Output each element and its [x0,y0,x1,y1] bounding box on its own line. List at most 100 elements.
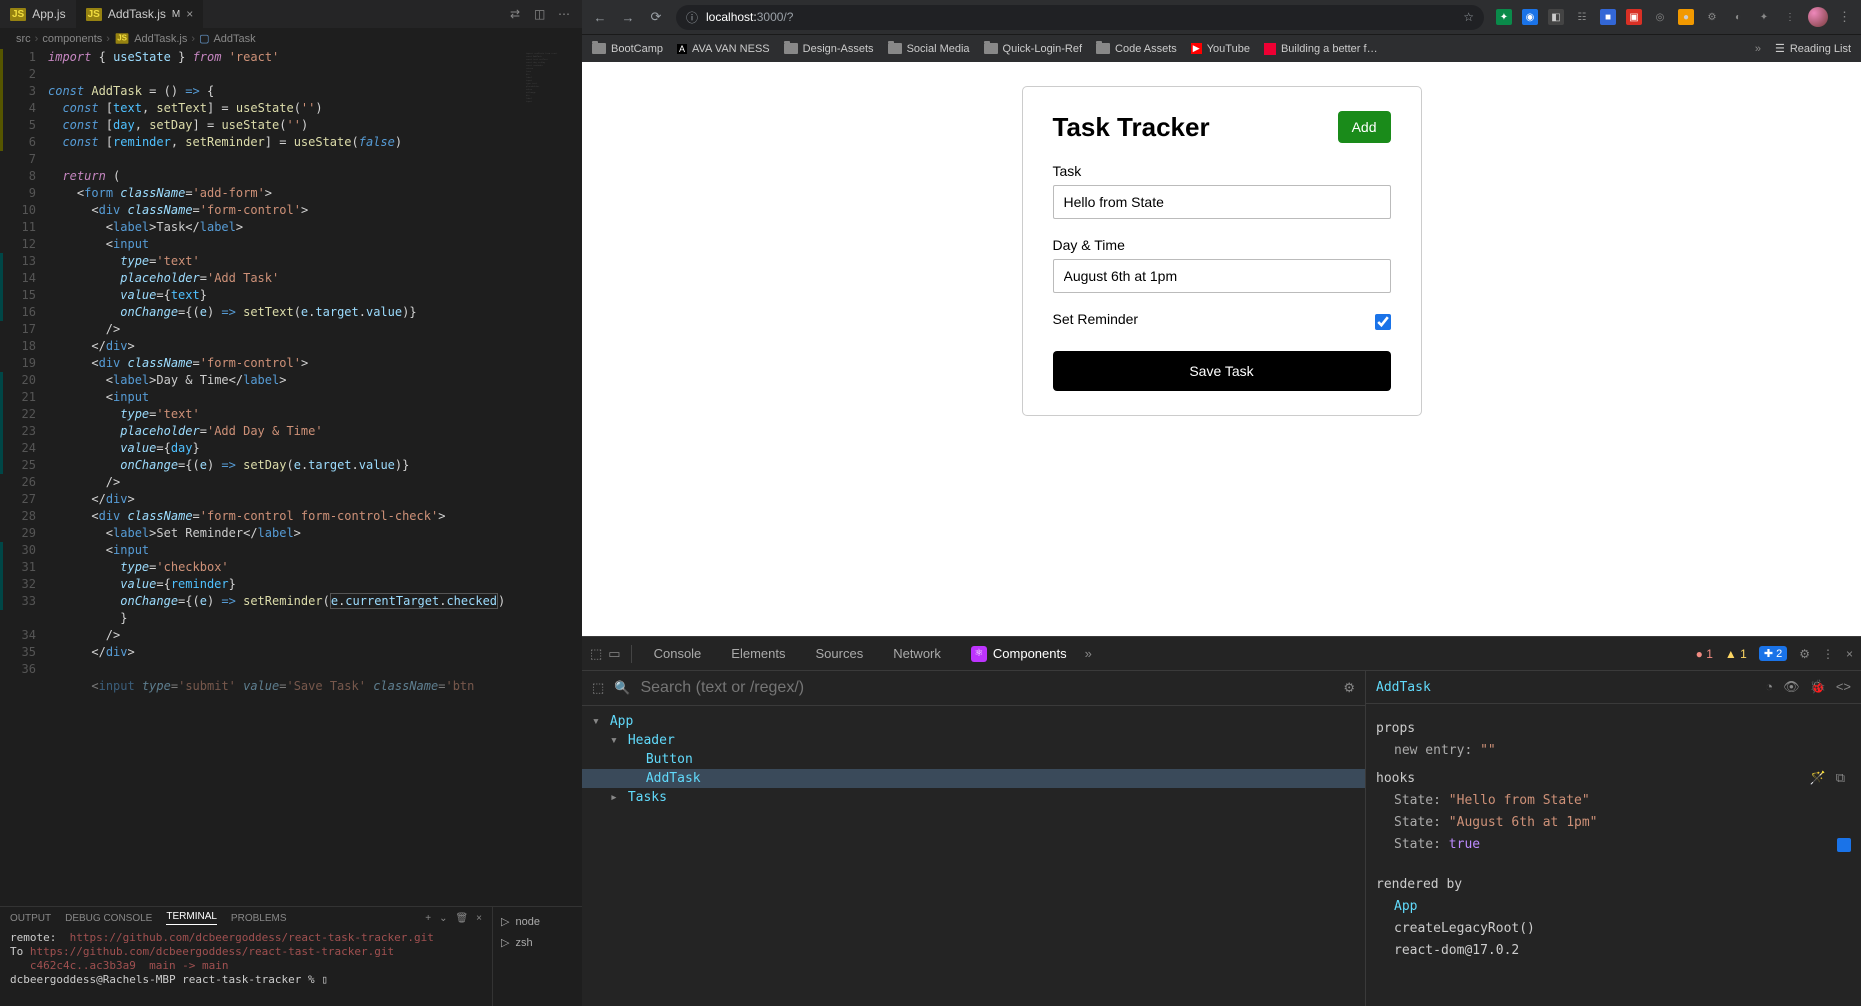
more-tabs-icon[interactable]: » [1085,646,1092,661]
view-source-icon[interactable]: <> [1836,679,1851,695]
split-editor-icon[interactable]: ◫ [534,7,548,21]
more-icon[interactable]: ⋯ [558,7,572,21]
breadcrumb-item[interactable]: AddTask [213,33,255,45]
extension-icon[interactable]: ◧ [1548,9,1564,25]
terminal-tab-output[interactable]: OUTPUT [10,913,51,924]
address-bar[interactable]: ⓘ localhost:3000/? ☆ [676,5,1484,30]
reminder-checkbox[interactable] [1375,314,1391,330]
tree-item-header[interactable]: ▾ Header [582,731,1365,750]
back-icon[interactable]: ← [592,10,608,25]
hook-row: State: "Hello from State" [1376,790,1851,812]
extension-icon[interactable]: ● [1678,9,1694,25]
tree-item-tasks[interactable]: ▸ Tasks [582,788,1365,807]
folder-icon [1096,43,1110,54]
inspect-dom-icon[interactable]: 👁 [1783,679,1800,695]
error-badge[interactable]: ● 1 [1696,647,1713,661]
devtools-tab-console[interactable]: Console [642,637,714,670]
bookmarks-overflow-icon[interactable]: » [1755,43,1761,55]
close-icon[interactable]: × [1846,647,1853,661]
extension-icon[interactable]: ☷ [1574,9,1590,25]
editor-tab-appjs[interactable]: JS App.js [0,0,76,28]
bookmark-item[interactable]: Code Assets [1096,43,1177,55]
kebab-icon[interactable]: ⋮ [1838,9,1851,25]
profile-avatar[interactable] [1808,7,1828,27]
reading-list-button[interactable]: ☰Reading List [1775,42,1851,55]
day-label: Day & Time [1053,237,1391,253]
browser-pane: ← → ⟳ ⓘ localhost:3000/? ☆ ✦ ◉ ◧ ☷ ■ ▣ ◎… [582,0,1861,1006]
menu-icon[interactable]: ⋮ [1782,9,1798,25]
editor-tab-addtaskjs[interactable]: JS AddTask.js M × [76,0,204,28]
new-terminal-icon[interactable]: + [425,913,431,924]
devtools-tab-elements[interactable]: Elements [719,637,797,670]
breadcrumb[interactable]: src› components› JS AddTask.js› ▢ AddTas… [0,28,582,49]
suspend-icon[interactable]: ◔ [1765,679,1773,695]
settings-icon[interactable]: ⚙ [1343,680,1355,696]
tab-label: AddTask.js [108,7,166,21]
terminal-tab-debug[interactable]: DEBUG CONSOLE [65,913,152,924]
warning-badge[interactable]: ▲ 1 [1725,647,1747,661]
device-toggle-icon[interactable]: ▭ [608,646,620,662]
debug-icon[interactable]: 🐞 [1810,679,1826,695]
extensions-menu-icon[interactable]: ✦ [1756,9,1772,25]
message-badge[interactable]: ✚ 2 [1759,646,1787,661]
terminal-instance-node[interactable]: ▷node [497,911,578,932]
terminal-instance-zsh[interactable]: ▷zsh [497,932,578,953]
terminal-output[interactable]: remote: https://github.com/dcbeergoddess… [0,929,492,1006]
bookmark-item[interactable]: ▶YouTube [1191,43,1250,55]
breadcrumb-item[interactable]: AddTask.js [134,33,187,45]
save-task-button[interactable]: Save Task [1053,351,1391,391]
tree-item-addtask[interactable]: AddTask [582,769,1365,788]
trash-icon[interactable]: 🗑 [455,913,468,924]
task-input[interactable] [1053,185,1391,219]
select-element-icon[interactable]: ⬚ [592,680,604,696]
devtools-tab-components[interactable]: ⚛ Components [959,637,1079,670]
extension-icon[interactable]: ✦ [1496,9,1512,25]
breadcrumb-item[interactable]: components [42,33,102,45]
bookmark-item[interactable]: Social Media [888,43,970,55]
kebab-icon[interactable]: ⋮ [1822,647,1834,661]
forward-icon[interactable]: → [620,10,636,25]
terminal-tabs: OUTPUT DEBUG CONSOLE TERMINAL PROBLEMS +… [0,907,492,929]
extension-icon[interactable]: ⚙ [1704,9,1720,25]
edit-badge-icon[interactable] [1837,838,1851,852]
day-input[interactable] [1053,259,1391,293]
extension-icon[interactable]: ◐ [1730,9,1746,25]
settings-icon[interactable]: ⚙ [1799,647,1810,661]
terminal-tab-problems[interactable]: PROBLEMS [231,913,287,924]
rendered-by-heading: rendered by [1376,874,1851,896]
close-icon[interactable]: × [476,913,482,924]
devtools-tab-network[interactable]: Network [881,637,953,670]
wand-icon[interactable]: 🪄 [1810,768,1826,790]
bookmark-item[interactable]: BootCamp [592,43,663,55]
bookmark-item[interactable]: AAVA VAN NESS [677,43,770,55]
code-editor[interactable]: 1234567891011121314151617181920212223242… [0,49,582,906]
bookmark-item[interactable]: Design-Assets [784,43,874,55]
extension-icon[interactable]: ■ [1600,9,1616,25]
inspect-icon[interactable]: ⬚ [590,646,602,662]
compare-changes-icon[interactable]: ⇄ [510,7,524,21]
close-icon[interactable]: × [186,7,193,21]
info-icon[interactable]: ⓘ [686,9,698,26]
extension-icon[interactable]: ▣ [1626,9,1642,25]
extension-icon[interactable]: ◉ [1522,9,1538,25]
extension-icon[interactable]: ◎ [1652,9,1668,25]
tree-item-button[interactable]: Button [582,750,1365,769]
bookmark-item[interactable]: Building a better f… [1264,43,1378,55]
code-content[interactable]: import { useState } from 'react' const A… [48,49,582,906]
props-heading: props [1376,718,1851,740]
rendered-by-link[interactable]: App [1376,896,1851,918]
star-icon[interactable]: ☆ [1463,10,1474,24]
tree-item-app[interactable]: ▾ App [582,712,1365,731]
minimap[interactable]: import useState from reactconst AddTaskc… [522,49,582,199]
add-button[interactable]: Add [1338,111,1391,143]
copy-icon[interactable]: ⧉ [1836,768,1845,790]
site-icon: A [677,44,687,54]
component-search-input[interactable] [640,679,1333,697]
breadcrumb-item[interactable]: src [16,33,31,45]
reload-icon[interactable]: ⟳ [648,9,664,25]
terminal-tab-terminal[interactable]: TERMINAL [166,911,217,925]
devtools-tab-sources[interactable]: Sources [804,637,876,670]
bookmark-item[interactable]: Quick-Login-Ref [984,43,1082,55]
component-tree: ▾ App▾ Header Button AddTask▸ Tasks [582,706,1365,1006]
chevron-down-icon[interactable]: ⌄ [439,913,447,924]
